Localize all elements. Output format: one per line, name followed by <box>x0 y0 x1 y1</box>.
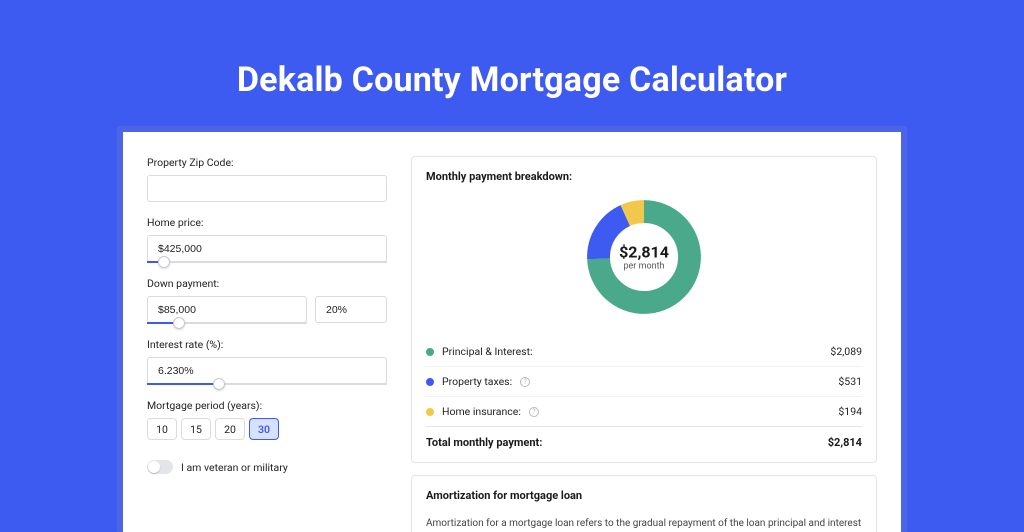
donut-center: $2,814 per month <box>619 243 669 272</box>
period-btn-15[interactable]: 15 <box>181 418 211 440</box>
period-field: Mortgage period (years): 10152030 <box>147 399 387 440</box>
home-price-slider[interactable] <box>147 261 387 263</box>
interest-input[interactable] <box>147 357 387 384</box>
home-price-label: Home price: <box>147 216 387 229</box>
breakdown-title: Monthly payment breakdown: <box>426 170 862 183</box>
page-title: Dekalb County Mortgage Calculator <box>0 0 1024 126</box>
interest-field: Interest rate (%): <box>147 338 387 385</box>
results-column: Monthly payment breakdown: $2,814 per mo… <box>411 156 877 532</box>
form-column: Property Zip Code: Home price: Down paym… <box>147 156 387 532</box>
home-price-input[interactable] <box>147 235 387 262</box>
veteran-toggle-knob <box>148 461 160 473</box>
interest-label: Interest rate (%): <box>147 338 387 351</box>
veteran-toggle[interactable] <box>147 460 173 474</box>
down-payment-input[interactable] <box>147 296 307 323</box>
home-price-field: Home price: <box>147 216 387 263</box>
period-btn-30[interactable]: 30 <box>249 418 279 440</box>
legend-row: Home insurance:? $194 <box>426 396 862 426</box>
down-payment-pct-input[interactable] <box>315 296 387 323</box>
calculator-card: Property Zip Code: Home price: Down paym… <box>123 132 901 532</box>
total-label: Total monthly payment: <box>426 436 542 449</box>
period-buttons: 10152030 <box>147 418 387 440</box>
zip-input[interactable] <box>147 175 387 202</box>
legend-dot <box>426 348 434 356</box>
legend-label: Home insurance: <box>442 405 521 418</box>
legend-label: Property taxes: <box>442 375 512 388</box>
legend-dot <box>426 378 434 386</box>
total-value: $2,814 <box>828 436 862 449</box>
period-btn-20[interactable]: 20 <box>215 418 245 440</box>
legend-label: Principal & Interest: <box>442 345 533 358</box>
down-payment-slider[interactable] <box>147 322 307 324</box>
zip-label: Property Zip Code: <box>147 156 387 169</box>
total-row: Total monthly payment: $2,814 <box>426 426 862 449</box>
breakdown-panel: Monthly payment breakdown: $2,814 per mo… <box>411 156 877 463</box>
period-btn-10[interactable]: 10 <box>147 418 177 440</box>
legend: Principal & Interest: $2,089 Property taxe… <box>426 337 862 426</box>
interest-slider-fill <box>147 383 219 385</box>
zip-field: Property Zip Code: <box>147 156 387 202</box>
down-payment-slider-thumb[interactable] <box>173 317 185 329</box>
legend-row: Property taxes:? $531 <box>426 366 862 396</box>
home-price-slider-thumb[interactable] <box>158 256 170 268</box>
veteran-row: I am veteran or military <box>147 460 387 474</box>
card-frame: Property Zip Code: Home price: Down paym… <box>117 126 907 532</box>
amortization-body: Amortization for a mortgage loan refers … <box>426 516 862 532</box>
info-icon[interactable]: ? <box>520 377 530 387</box>
legend-value: $531 <box>838 375 862 388</box>
legend-value: $2,089 <box>830 345 862 358</box>
interest-slider-thumb[interactable] <box>213 378 225 390</box>
donut-sub: per month <box>619 262 669 272</box>
veteran-label: I am veteran or military <box>181 461 288 474</box>
down-payment-label: Down payment: <box>147 277 387 290</box>
donut-value: $2,814 <box>619 243 669 262</box>
legend-value: $194 <box>838 405 862 418</box>
legend-row: Principal & Interest: $2,089 <box>426 337 862 366</box>
donut-chart: $2,814 per month <box>584 197 704 317</box>
amortization-panel: Amortization for mortgage loan Amortizat… <box>411 475 877 532</box>
period-label: Mortgage period (years): <box>147 399 387 412</box>
donut-wrap: $2,814 per month <box>426 197 862 317</box>
info-icon[interactable]: ? <box>529 407 539 417</box>
interest-slider[interactable] <box>147 383 387 385</box>
legend-dot <box>426 408 434 416</box>
amortization-title: Amortization for mortgage loan <box>426 489 862 502</box>
down-payment-field: Down payment: <box>147 277 387 324</box>
